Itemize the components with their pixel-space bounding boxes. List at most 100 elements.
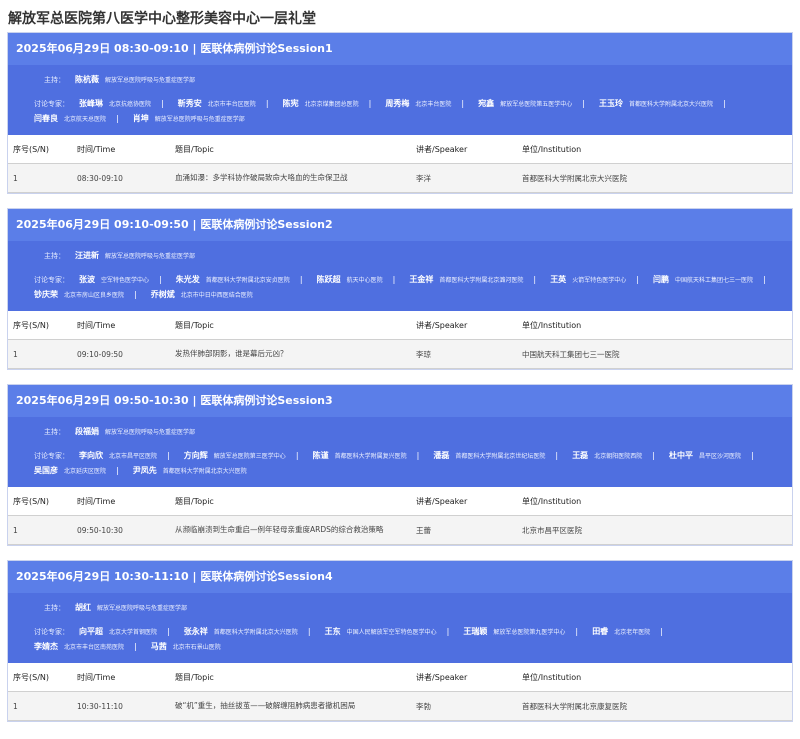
separator: | [116, 466, 119, 475]
expert-org: 空军特色医学中心 [101, 277, 150, 284]
separator: | [446, 627, 450, 636]
expert-name[interactable]: 方向辉 [184, 451, 208, 460]
expert-org: 北京市中日中西医结合医院 [180, 292, 253, 299]
host-name[interactable]: 段福娟 [75, 427, 99, 436]
row-speaker[interactable]: 王蕾 [415, 515, 521, 545]
expert-name[interactable]: 肖坤 [133, 114, 149, 123]
expert-org: 北京市丰台区南苑医院 [64, 644, 125, 651]
expert-name[interactable]: 张永祥 [184, 627, 208, 636]
separator: | [533, 275, 537, 284]
expert-org: 北京朝阳医院西院 [594, 453, 643, 460]
session-info: 主持： 胡红 解放军总医院呼吸与危重症医学部 讨论专家： 向平超 北京大学首钢医院 | 张永… [8, 593, 792, 663]
separator: | [660, 627, 663, 636]
expert-name[interactable]: 陈宪 [283, 99, 299, 108]
column-header: 讲者/Speaker [415, 487, 521, 516]
session-info: 主持： 陈杭薇 解放军总医院呼吸与危重症医学部 讨论专家： 张峰琳 北京抗癌协医院 | 靳秀… [8, 65, 792, 135]
expert-name[interactable]: 王英 [550, 275, 566, 284]
discussant-row: 讨论专家： 李向欣 北京市昌平区医院 | 方向辉 解放军总医院第三医学中心 | 陈谨 首都医… [16, 445, 784, 483]
page-title: 解放军总医院第八医学中心整形美容中心一层礼堂 [8, 11, 316, 27]
expert-org: 首都医科大学附属北京世纪坛医院 [455, 453, 546, 460]
expert-org: 首都医科大学附属复兴医院 [334, 453, 407, 460]
expert-name[interactable]: 马茜 [151, 642, 167, 651]
separator: | [265, 99, 269, 108]
row-topic[interactable]: 破“机”重生，抽丝拔茧——破解缠阻肺病患者撤机困局 [174, 691, 415, 721]
expert-name[interactable]: 王瑞颖 [463, 627, 487, 636]
row-institution: 中国航天科工集团七三一医院 [521, 339, 792, 369]
expert-item: 方向辉 解放军总医院第三医学中心 | [184, 451, 311, 460]
session-block: 2025年06月29日 09:50-10:30 | 医联体病例讨论Session… [7, 384, 793, 546]
expert-name[interactable]: 潘磊 [433, 451, 449, 460]
expert-name[interactable]: 吴国彦 [34, 466, 58, 475]
expert-name[interactable]: 张波 [79, 275, 95, 284]
expert-name[interactable]: 田睿 [592, 627, 608, 636]
expert-item: 吴国彦 北京延庆区医院 | [34, 466, 131, 475]
expert-name[interactable]: 李婧杰 [34, 642, 58, 651]
separator: | [295, 451, 299, 460]
expert-item: 王东 中国人民解放军空军特色医学中心 | [325, 627, 462, 636]
separator: | [134, 290, 137, 299]
separator: | [167, 627, 170, 636]
host-name[interactable]: 胡红 [75, 603, 91, 612]
table-row: 1 10:30-11:10 破“机”重生，抽丝拔茧——破解缠阻肺病患者撤机困局 李勃首… [8, 691, 792, 721]
expert-item: 李向欣 北京市昌平区医院 | [79, 451, 182, 460]
expert-item: 田睿 北京老年医院 | [592, 627, 675, 636]
row-speaker[interactable]: 李勃 [415, 691, 521, 721]
expert-name[interactable]: 李向欣 [79, 451, 103, 460]
separator: | [582, 99, 585, 108]
schedule-table: 序号(S/N) 时间/Time 题目/Topic 讲者/Speaker 单位/Insti… [8, 663, 792, 721]
expert-org: 北京市房山区良乡医院 [64, 292, 125, 299]
expert-org: 北京市丰台区医院 [207, 101, 256, 108]
expert-name[interactable]: 陈谨 [313, 451, 329, 460]
expert-name[interactable]: 周秀梅 [385, 99, 409, 108]
expert-org: 北京市昌平区医院 [109, 453, 158, 460]
separator: | [161, 99, 164, 108]
separator: | [167, 451, 170, 460]
expert-name[interactable]: 张峰琳 [79, 99, 103, 108]
expert-item: 李婧杰 北京市丰台区南苑医院 | [34, 642, 149, 651]
row-speaker[interactable]: 李琼 [415, 339, 521, 369]
expert-item: 王瑞颖 解放军总医院第九医学中心 | [463, 627, 590, 636]
host-label: 主持： [44, 252, 65, 260]
expert-item: 靳秀安 北京市丰台区医院 | [178, 99, 281, 108]
row-topic[interactable]: 从濒临崩溃到生命重启—例年轻母亲重度ARDS的综合救治策略 [174, 515, 415, 545]
expert-name[interactable]: 朱光发 [176, 275, 200, 284]
row-topic[interactable]: 发热伴肺部阴影，谁是幕后元凶？ [174, 339, 415, 369]
host-name[interactable]: 陈杭薇 [75, 75, 99, 84]
expert-name[interactable]: 王金祥 [409, 275, 433, 284]
host-label: 主持： [44, 604, 65, 612]
expert-org: 北京市石景山医院 [172, 644, 221, 651]
row-speaker[interactable]: 李洋 [415, 163, 521, 193]
host-row: 主持： 段福娟 解放军总医院呼吸与危重症医学部 [16, 419, 784, 445]
expert-name[interactable]: 陈跃超 [317, 275, 341, 284]
row-number: 1 [8, 339, 76, 369]
expert-name[interactable]: 王东 [325, 627, 341, 636]
expert-name[interactable]: 乔树斌 [151, 290, 175, 299]
expert-name[interactable]: 王磊 [572, 451, 588, 460]
expert-name[interactable]: 尹凤先 [133, 466, 157, 475]
separator: | [763, 275, 766, 284]
column-header: 时间/Time [76, 311, 174, 340]
column-header: 讲者/Speaker [415, 663, 521, 692]
host-org: 解放军总医院呼吸与危重症医学部 [105, 253, 196, 260]
separator: | [723, 99, 726, 108]
separator: | [116, 114, 119, 123]
table-header-row: 序号(S/N) 时间/Time 题目/Topic 讲者/Speaker 单位/Insti… [8, 487, 792, 516]
expert-name[interactable]: 闫春良 [34, 114, 58, 123]
expert-name[interactable]: 钞庆荣 [34, 290, 58, 299]
expert-name[interactable]: 靳秀安 [178, 99, 202, 108]
expert-name[interactable]: 闫鹏 [653, 275, 669, 284]
expert-name[interactable]: 杜中平 [669, 451, 693, 460]
separator: | [751, 451, 754, 460]
expert-name[interactable]: 向平超 [79, 627, 103, 636]
host-name[interactable]: 汪进新 [75, 251, 99, 260]
row-topic[interactable]: 血涌如瀑：多学科协作破局致命大咯血的生命保卫战 [174, 163, 415, 193]
expert-name[interactable]: 宛鑫 [478, 99, 494, 108]
column-header: 序号(S/N) [8, 663, 76, 692]
separator: | [652, 451, 655, 460]
discussant-label: 讨论专家： [34, 452, 69, 460]
expert-name[interactable]: 王玉玲 [599, 99, 623, 108]
table-header-row: 序号(S/N) 时间/Time 题目/Topic 讲者/Speaker 单位/Insti… [8, 663, 792, 692]
column-header: 题目/Topic [174, 311, 415, 340]
expert-item: 王磊 北京朝阳医院西院 | [572, 451, 667, 460]
row-time: 09:10-09:50 [76, 339, 174, 369]
